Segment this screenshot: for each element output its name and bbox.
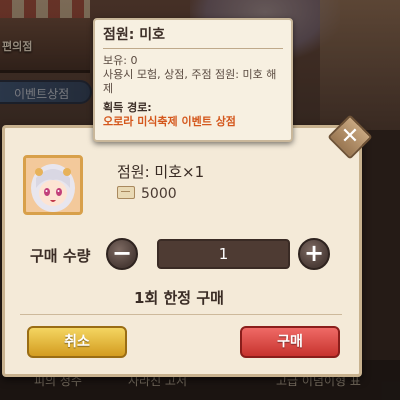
item-portrait: [23, 155, 83, 215]
cancel-button[interactable]: 취소: [27, 326, 127, 358]
decrease-quantity-button[interactable]: −: [106, 238, 138, 270]
close-icon: ✕: [340, 124, 360, 149]
character-portrait-image: [26, 158, 80, 212]
tooltip-owned: 보유: 0: [103, 54, 138, 67]
item-price: 5000: [141, 186, 177, 202]
tooltip-divider: [103, 48, 283, 49]
dialog-divider: [20, 314, 342, 315]
buy-button[interactable]: 구매: [240, 326, 340, 358]
quantity-label: 구매 수량: [30, 247, 91, 265]
increase-quantity-button[interactable]: +: [298, 238, 330, 270]
purchase-limit-text: 1회 한정 구매: [134, 289, 224, 307]
price-row: 5000: [117, 186, 177, 202]
tooltip-description: 사용시 모험, 상점, 주점 점원: 미호 해제: [103, 68, 277, 95]
coupon-icon: [117, 186, 135, 199]
tooltip-title: 점원: 미호: [103, 27, 165, 43]
quantity-field[interactable]: 1: [157, 239, 290, 269]
tooltip-source-label: 획득 경로:: [103, 101, 152, 114]
tooltip-source-value: 오로라 미식축제 이벤트 상점: [103, 115, 236, 128]
item-tooltip: 점원: 미호 보유: 0 사용시 모험, 상점, 주점 점원: 미호 해제 획득…: [93, 18, 293, 142]
item-name: 점원: 미호×1: [117, 163, 205, 181]
